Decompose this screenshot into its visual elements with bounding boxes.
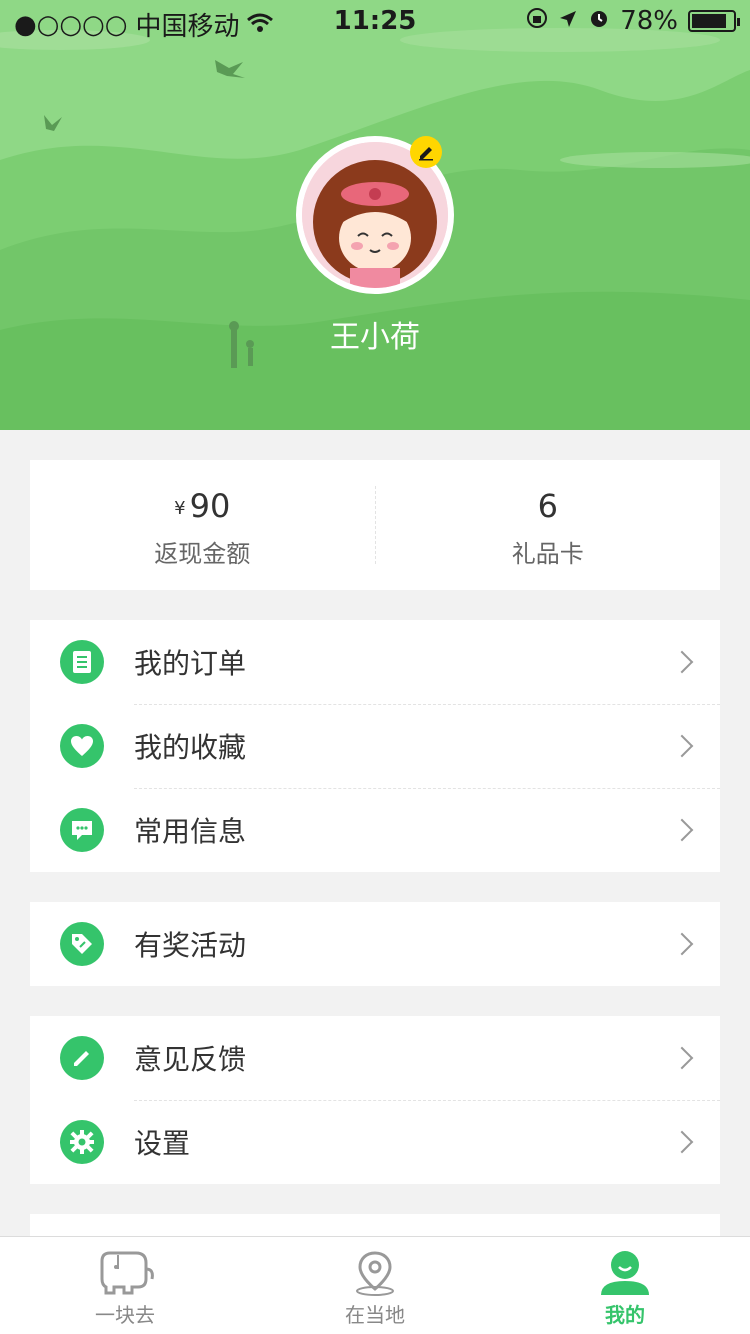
gear-icon — [60, 1120, 104, 1164]
menu-item-label: 有奖活动 — [134, 929, 247, 962]
cashback-value: 90 — [189, 487, 231, 525]
chevron-right-icon — [670, 932, 694, 956]
currency-symbol: ¥ — [174, 498, 186, 519]
menu-item-orders[interactable]: 我的订单 — [30, 620, 720, 704]
menu-item-label: 设置 — [134, 1127, 191, 1160]
pencil-icon — [419, 147, 433, 161]
person-icon — [601, 1251, 649, 1295]
tab-label: 一块去 — [95, 1303, 155, 1327]
cashback-stat[interactable]: ¥90 返现金额 — [30, 460, 375, 590]
menu-item-label: 我的收藏 — [134, 731, 247, 764]
chevron-right-icon — [670, 734, 694, 758]
tab-label: 我的 — [605, 1303, 645, 1327]
menu-item-settings[interactable]: 设置 — [30, 1100, 720, 1184]
location-icon — [356, 1251, 394, 1296]
menu-item-label: 我的订单 — [134, 647, 247, 680]
username: 王小荷 — [330, 320, 420, 355]
edit-avatar-button[interactable] — [410, 136, 442, 168]
tab-together[interactable]: 一块去 — [0, 1237, 250, 1334]
chat-icon — [60, 808, 104, 852]
menu-group-activities: 有奖活动 — [30, 902, 720, 986]
order-icon — [60, 640, 104, 684]
tab-label: 在当地 — [345, 1303, 405, 1327]
menu-item-favorites[interactable]: 我的收藏 — [30, 704, 720, 788]
battery-icon — [688, 10, 740, 32]
rotation-lock-icon — [526, 6, 548, 36]
alarm-icon — [588, 6, 610, 36]
menu-group-support: 意见反馈 设置 — [30, 1016, 720, 1184]
heart-icon — [60, 724, 104, 768]
tab-local[interactable]: 在当地 — [250, 1237, 500, 1334]
tag-icon — [60, 922, 104, 966]
profile-header: ●○○○○ 中国移动 11:25 78% 王小荷 — [0, 0, 750, 430]
elephant-icon — [100, 1251, 154, 1295]
tab-mine[interactable]: 我的 — [500, 1237, 750, 1334]
status-bar: ●○○○○ 中国移动 11:25 78% — [0, 0, 750, 42]
pencil-icon — [60, 1036, 104, 1080]
chevron-right-icon — [670, 818, 694, 842]
menu-group-account: 我的订单 我的收藏 常用信息 — [30, 620, 720, 872]
gift-card-stat[interactable]: 6 礼品卡 — [374, 486, 721, 568]
stats-card: ¥90 返现金额 6 礼品卡 — [30, 460, 720, 590]
location-arrow-icon — [558, 6, 578, 36]
cashback-label: 返现金额 — [154, 540, 251, 568]
gift-card-label: 礼品卡 — [511, 540, 584, 568]
battery-percent: 78% — [620, 6, 678, 36]
tab-bar: 一块去 在当地 我的 — [0, 1236, 750, 1334]
chevron-right-icon — [670, 650, 694, 674]
menu-item-feedback[interactable]: 意见反馈 — [30, 1016, 720, 1100]
menu-item-common-info[interactable]: 常用信息 — [30, 788, 720, 872]
menu-item-label: 意见反馈 — [134, 1043, 247, 1076]
chevron-right-icon — [670, 1130, 694, 1154]
menu-item-prize-activities[interactable]: 有奖活动 — [30, 902, 720, 986]
chevron-right-icon — [670, 1046, 694, 1070]
menu-item-label: 常用信息 — [134, 815, 247, 848]
gift-card-value: 6 — [537, 487, 558, 525]
